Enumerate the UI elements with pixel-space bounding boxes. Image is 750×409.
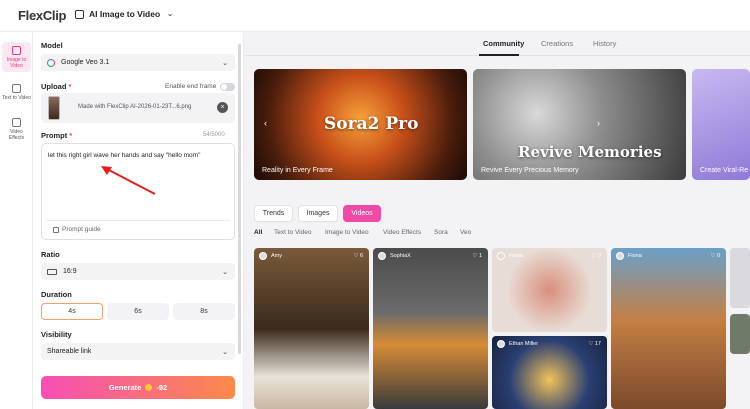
video-card[interactable]: Ethan Miller ♡ 17 [492, 336, 607, 409]
settings-panel: Model Google Veo 3.1 ⌄ Upload * Enable e… [33, 32, 244, 409]
generate-button[interactable]: Generate -92 [41, 376, 235, 399]
end-frame-toggle[interactable] [220, 83, 235, 91]
main-tabs: Community Creations History [245, 32, 750, 56]
credit-coin-icon [145, 384, 153, 391]
card-likes: ♡ 0 [710, 253, 720, 259]
card-user: Amy [271, 253, 282, 259]
banner-title: Revive Memories [518, 143, 662, 161]
subfilter-sora[interactable]: Sora [434, 229, 448, 236]
visibility-select[interactable]: Shareable link ⌄ [41, 343, 235, 360]
card-user: SophiaX [390, 253, 411, 259]
banner-title: Sora2 Pro [324, 114, 419, 134]
video-card[interactable] [730, 248, 750, 308]
duration-8s-button[interactable]: 8s [173, 303, 235, 320]
banner-caption: Revive Every Precious Memory [481, 167, 579, 174]
card-user: Fiona [509, 253, 523, 259]
avatar [616, 252, 624, 260]
aspect-ratio-icon [47, 268, 57, 275]
card-likes: ♡ 17 [588, 341, 601, 347]
card-user: Fiona [628, 253, 642, 259]
visibility-label: Visibility [41, 330, 72, 339]
card-likes: ♡ 6 [353, 253, 363, 259]
rail-item-video-effects[interactable]: Video Effects [2, 114, 31, 141]
video-card[interactable] [730, 314, 750, 354]
ratio-label: Ratio [41, 250, 60, 259]
model-value: Google Veo 3.1 [61, 59, 110, 66]
top-bar: FlexClip AI Image to Video ⌄ [0, 0, 750, 32]
upload-area[interactable]: Made with FlexClip AI-2026-01-23T...6.pn… [41, 93, 235, 123]
tool-selector[interactable]: AI Image to Video ⌄ [75, 9, 173, 19]
model-label: Model [41, 41, 63, 50]
duration-label: Duration [41, 290, 72, 299]
banner-viral[interactable]: Create Viral-Re [692, 69, 750, 180]
flexclip-logo[interactable]: FlexClip [18, 8, 66, 23]
video-card[interactable]: Fiona ♡ 0 [611, 248, 726, 409]
chevron-down-icon: ⌄ [222, 59, 228, 67]
upload-label: Upload * [41, 82, 72, 91]
active-tab-underline [479, 54, 519, 56]
banner-caption: Create Viral-Re [700, 167, 749, 174]
avatar [497, 252, 505, 260]
banner-caption: Reality in Every Frame [262, 167, 333, 174]
banner-sora2-pro[interactable]: Sora2 Pro Reality in Every Frame [254, 69, 467, 180]
subfilter-all[interactable]: All [254, 229, 262, 236]
uploaded-file-name: Made with FlexClip AI-2026-01-23T...6.pn… [78, 104, 192, 110]
avatar [497, 340, 505, 348]
guide-icon [53, 226, 59, 233]
video-card[interactable]: Fiona ♡ 0 [492, 248, 607, 332]
chevron-down-icon: ⌄ [222, 348, 228, 356]
subfilter-image-to-video[interactable]: Image to Video [325, 229, 369, 236]
chevron-down-icon: ⌄ [222, 268, 228, 276]
image-to-video-icon [75, 9, 84, 19]
subfilter-text-to-video[interactable]: Text to Video [274, 229, 311, 236]
filter-trends[interactable]: Trends [254, 205, 293, 222]
uploaded-image-thumbnail [48, 96, 60, 120]
rail-item-image-to-video[interactable]: Image to Video [2, 42, 31, 72]
prompt-guide-button[interactable]: Prompt guide [53, 226, 101, 233]
tool-name: AI Image to Video [89, 9, 161, 19]
left-rail: Image to Video Text to Video Video Effec… [0, 32, 33, 409]
model-select[interactable]: Google Veo 3.1 ⌄ [41, 54, 235, 71]
main-area: Community Creations History Sora2 Pro Re… [245, 32, 750, 409]
visibility-value: Shareable link [47, 348, 92, 355]
google-icon [47, 58, 55, 67]
video-card[interactable]: Amy ♡ 6 [254, 248, 369, 409]
tab-community[interactable]: Community [483, 39, 524, 48]
filter-images[interactable]: Images [298, 205, 338, 222]
chevron-down-icon: ⌄ [167, 11, 174, 18]
duration-4s-button[interactable]: 4s [41, 303, 103, 320]
subfilter-veo[interactable]: Veo [460, 229, 471, 236]
card-likes: ♡ 0 [591, 253, 601, 259]
prompt-divider [46, 220, 230, 221]
tab-creations[interactable]: Creations [541, 39, 573, 48]
prompt-text: let this right girl wave her hands and s… [48, 152, 201, 159]
ratio-value: 16:9 [63, 268, 77, 275]
avatar [259, 252, 267, 260]
carousel-next-icon[interactable]: › [597, 118, 600, 128]
ratio-select[interactable]: 16:9 ⌄ [41, 263, 235, 280]
duration-6s-button[interactable]: 6s [107, 303, 169, 320]
prompt-label: Prompt * [41, 131, 73, 140]
rail-item-text-to-video[interactable]: Text to Video [2, 80, 31, 106]
end-frame-label: Enable end frame [165, 83, 217, 90]
video-effects-icon [12, 118, 21, 127]
prompt-char-count: 54/5000 [203, 132, 225, 138]
banner-revive-memories[interactable]: Revive Memories Revive Every Precious Me… [473, 69, 686, 180]
image-to-video-icon [12, 46, 21, 55]
remove-upload-button[interactable]: × [217, 102, 228, 113]
video-card[interactable]: SophiaX ♡ 1 [373, 248, 488, 409]
generate-cost: -92 [156, 383, 168, 392]
carousel-prev-icon[interactable]: ‹ [264, 118, 267, 128]
annotation-arrow-icon [101, 166, 156, 195]
subfilter-video-effects[interactable]: Video Effects [383, 229, 421, 236]
avatar [378, 252, 386, 260]
panel-scrollbar[interactable] [238, 44, 241, 354]
tab-history[interactable]: History [593, 39, 616, 48]
card-user: Ethan Miller [509, 341, 539, 347]
text-to-video-icon [12, 84, 21, 93]
card-likes: ♡ 1 [472, 253, 482, 259]
filter-videos[interactable]: Videos [343, 205, 381, 222]
